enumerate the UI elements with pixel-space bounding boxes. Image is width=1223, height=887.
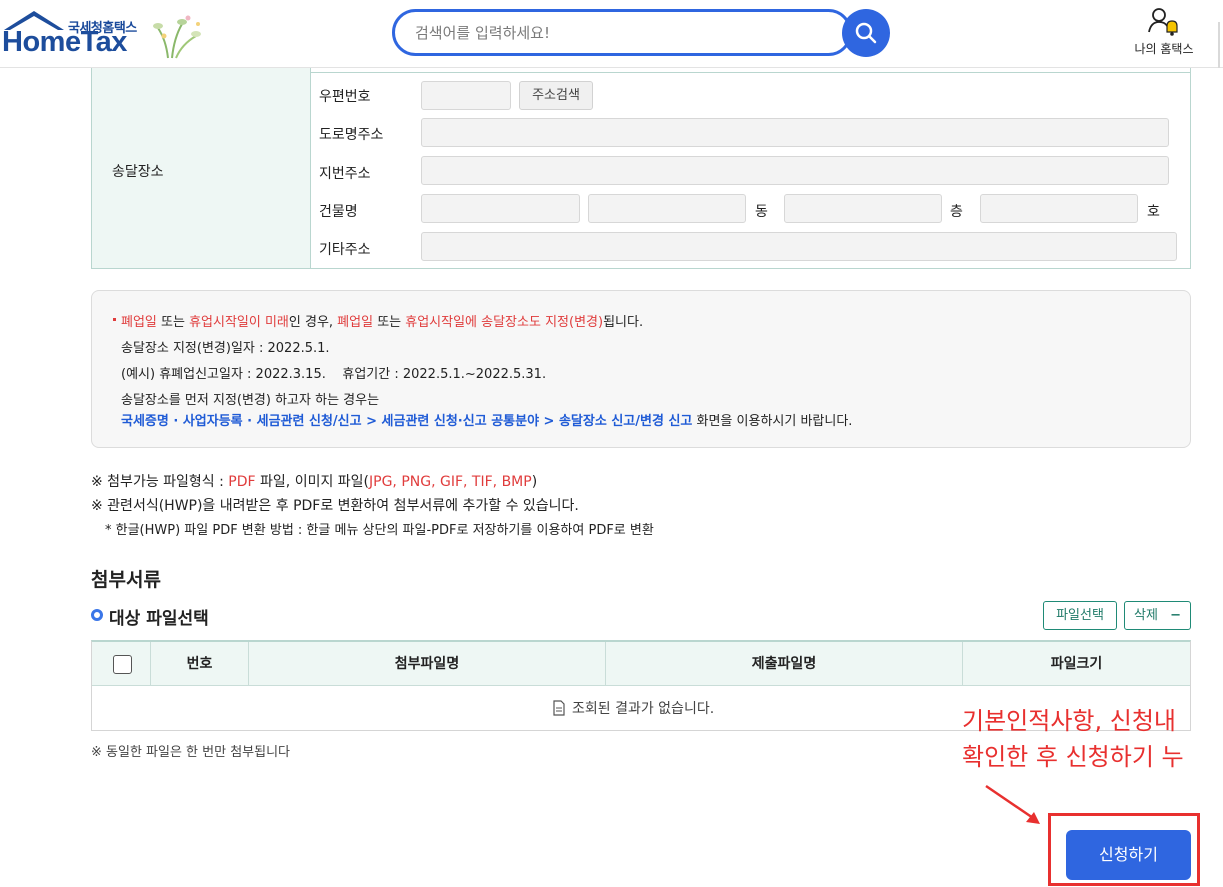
annotation-line-1: 기본인적사항, 신청내 <box>962 707 1176 735</box>
floor-unit-label: 층 <box>950 204 963 220</box>
plant-decoration-icon <box>153 15 201 59</box>
address-section-header: 송달장소 <box>92 68 311 268</box>
menu-path-link[interactable]: 국세증명 · 사업자등록 · 세금관련 신청/신고 > 세금관련 신청·신고 공… <box>121 414 692 429</box>
lot-address-label: 지번주소 <box>319 166 371 182</box>
address-section-label: 송달장소 <box>112 164 164 180</box>
building-dong-field[interactable] <box>588 194 746 223</box>
building-floor-field[interactable] <box>784 194 942 223</box>
user-bell-icon <box>1148 8 1178 36</box>
column-header-attached-file: 첨부파일명 <box>249 642 606 686</box>
apply-button[interactable]: 신청하기 <box>1066 830 1191 880</box>
road-address-label: 도로명주소 <box>319 127 384 143</box>
select-file-button[interactable]: 파일선택 <box>1043 601 1117 630</box>
notice-line-3: (예시) 휴폐업신고일자 : 2022.3.15. 휴업기간 : 2022.5.… <box>121 367 547 382</box>
my-hometax-button[interactable]: 나의 홈택스 <box>1125 6 1205 62</box>
document-icon <box>553 700 565 716</box>
delete-button[interactable]: 삭제 − <box>1124 601 1191 630</box>
building-ho-field[interactable] <box>980 194 1138 223</box>
road-address-field[interactable] <box>421 118 1169 147</box>
target-file-select-title: 대상 파일선택 <box>109 609 209 629</box>
address-search-button[interactable]: 주소검색 <box>519 81 593 110</box>
hwp-info: ※ 관련서식(HWP)을 내려받은 후 PDF로 변환하여 첨부서류에 추가할 … <box>91 498 579 514</box>
table-header: 번호 첨부파일명 제출파일명 파일크기 <box>92 642 1190 686</box>
arrow-icon <box>985 784 1040 824</box>
ring-bullet-icon <box>91 609 103 621</box>
dong-unit-label: 동 <box>755 204 768 220</box>
hwp-convert-info: * 한글(HWP) 파일 PDF 변환 방법 : 한글 메뉴 상단의 파일-PD… <box>105 523 654 538</box>
postal-code-field[interactable] <box>421 81 511 110</box>
notice-highlight: 휴업시작일이 미래 <box>189 315 289 330</box>
notice-text: 화면을 이용하시기 바랍니다. <box>692 414 853 429</box>
duplicate-file-note: ※ 동일한 파일은 한 번만 첨부됩니다 <box>91 745 290 760</box>
ho-unit-label: 호 <box>1147 204 1160 220</box>
column-header-submitted-file: 제출파일명 <box>606 642 963 686</box>
lot-address-field[interactable] <box>421 156 1169 185</box>
notice-box: 폐업일 또는 휴업시작일이 미래인 경우, 폐업일 또는 휴업시작일에 송달장소… <box>91 290 1191 448</box>
notice-highlight: 휴업시작일에 송달장소도 지정(변경) <box>405 315 604 330</box>
building-name-label: 건물명 <box>319 204 358 220</box>
other-address-label: 기타주소 <box>319 242 371 258</box>
info-text: ※ 첨부가능 파일형식 : <box>91 474 229 490</box>
notice-line-2: 송달장소 지정(변경)일자 : 2022.5.1. <box>121 341 330 356</box>
info-text: 파일, 이미지 파일( <box>255 474 370 490</box>
logo-title: HomeTax <box>2 26 127 58</box>
notice-text: 또는 <box>156 315 190 330</box>
empty-text: 조회된 결과가 없습니다. <box>572 701 715 717</box>
notice-text: 또는 <box>373 315 406 330</box>
column-header-file-size: 파일크기 <box>1050 656 1103 672</box>
file-format-info: ※ 첨부가능 파일형식 : PDF 파일, 이미지 파일(JPG, PNG, G… <box>91 471 537 491</box>
notice-line-4: 송달장소를 먼저 지정(변경) 하고자 하는 경우는 <box>121 393 380 408</box>
notice-line-5: 국세증명 · 사업자등록 · 세금관련 신청/신고 > 세금관련 신청·신고 공… <box>121 410 852 429</box>
empty-result-message: 조회된 결과가 없습니다. <box>552 698 714 718</box>
search-input[interactable] <box>415 12 815 53</box>
search-icon <box>855 22 877 44</box>
search-button[interactable] <box>842 9 890 57</box>
notice-text: 됩니다. <box>603 315 644 330</box>
column-header-number: 번호 <box>151 642 249 686</box>
hometax-logo[interactable]: 국세청홈택스 HomeTax <box>0 6 210 62</box>
delivery-address-table: 송달장소 우편번호 주소검색 도로명주소 지번주소 건물명 동 층 호 기타주소 <box>91 68 1191 269</box>
delete-label: 삭제 <box>1134 608 1158 623</box>
building-name-field[interactable] <box>421 194 580 223</box>
my-hometax-label: 나의 홈택스 <box>1134 42 1194 56</box>
site-header: 국세청홈택스 HomeTax 나의 홈택스 <box>0 0 1223 68</box>
annotation-line-2: 확인한 후 신청하기 누 <box>962 743 1184 771</box>
minus-icon: − <box>1170 608 1181 623</box>
header-divider <box>1218 22 1220 68</box>
select-all-cell <box>92 642 151 686</box>
info-text: ) <box>531 474 538 490</box>
notice-line-1: 폐업일 또는 휴업시작일이 미래인 경우, 폐업일 또는 휴업시작일에 송달장소… <box>121 311 643 330</box>
select-all-checkbox[interactable] <box>113 655 132 674</box>
notice-highlight: 폐업일 <box>121 315 157 330</box>
info-highlight: PDF <box>228 474 256 490</box>
search-box[interactable] <box>392 9 852 56</box>
info-highlight: JPG, PNG, GIF, TIF, BMP <box>369 474 532 490</box>
other-address-field[interactable] <box>421 232 1177 261</box>
notice-highlight: 폐업일 <box>337 315 374 330</box>
bullet-dot <box>113 318 116 321</box>
attachments-title: 첨부서류 <box>91 569 161 591</box>
postal-code-label: 우편번호 <box>319 89 371 105</box>
notice-text: 인 경우, <box>288 315 338 330</box>
